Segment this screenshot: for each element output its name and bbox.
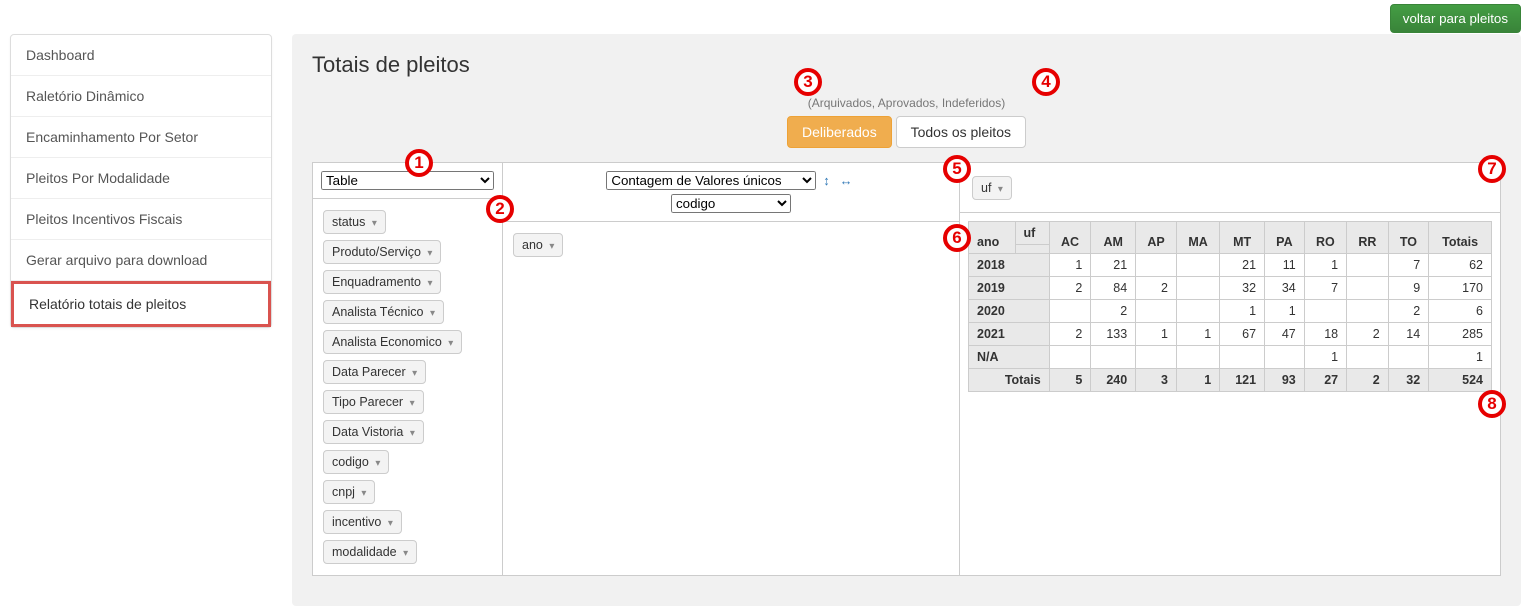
caret-down-icon: ▾ — [375, 458, 380, 469]
unused-attr-pill[interactable]: Data Vistoria ▾ — [323, 420, 424, 444]
expand-vertical-icon[interactable]: ↕ — [823, 173, 830, 188]
caret-down-icon: ▾ — [403, 548, 408, 559]
unused-attributes-zone[interactable]: 2 status ▾Produto/Serviço ▾Enquadramento… — [313, 199, 502, 575]
unused-attr-pill[interactable]: cnpj ▾ — [323, 480, 375, 504]
caret-down-icon: ▾ — [427, 248, 432, 259]
col-attributes-zone[interactable]: uf ▾ 7 — [960, 163, 1500, 213]
col-attr-pill[interactable]: uf ▾ — [972, 176, 1012, 200]
caret-down-icon: ▾ — [410, 398, 415, 409]
unused-attr-pill[interactable]: Data Parecer ▾ — [323, 360, 426, 384]
aggregator-attribute-select[interactable]: codigo — [671, 194, 791, 213]
sidebar-item-4[interactable]: Pleitos Incentivos Fiscais — [11, 199, 271, 240]
unused-attr-pill[interactable]: codigo ▾ — [323, 450, 389, 474]
main-panel: Totais de pleitos (Arquivados, Aprovados… — [292, 34, 1521, 606]
todos-pleitos-button[interactable]: Todos os pleitos — [896, 116, 1026, 148]
unused-attr-pill[interactable]: Enquadramento ▾ — [323, 270, 441, 294]
unused-attr-pill[interactable]: modalidade ▾ — [323, 540, 417, 564]
annotation-8: 8 — [1478, 390, 1506, 418]
sidebar-item-1[interactable]: Raletório Dinâmico — [11, 76, 271, 117]
caret-down-icon: ▾ — [998, 184, 1003, 195]
unused-attr-pill[interactable]: status ▾ — [323, 210, 386, 234]
caret-down-icon: ▾ — [388, 518, 393, 529]
annotation-7: 7 — [1478, 155, 1506, 183]
sidebar-item-3[interactable]: Pleitos Por Modalidade — [11, 158, 271, 199]
caret-down-icon: ▾ — [412, 368, 417, 379]
row-attributes-zone[interactable]: ano ▾ 6 — [503, 222, 959, 575]
caret-down-icon: ▾ — [427, 278, 432, 289]
unused-attr-pill[interactable]: Analista Economico ▾ — [323, 330, 462, 354]
pivot-ui: Table 1 2 status ▾Produto/Serviço ▾Enqua… — [312, 162, 1501, 576]
deliberados-button[interactable]: Deliberados — [787, 116, 892, 148]
status-hint: (Arquivados, Aprovados, Indeferidos) — [312, 96, 1501, 110]
sidebar-item-5[interactable]: Gerar arquivo para download — [11, 240, 271, 281]
sidebar-item-6[interactable]: Relatório totais de pleitos — [11, 281, 271, 327]
caret-down-icon: ▾ — [549, 241, 554, 252]
unused-attr-pill[interactable]: Produto/Serviço ▾ — [323, 240, 441, 264]
renderer-select[interactable]: Table — [321, 171, 494, 190]
expand-horizontal-icon[interactable]: ↔ — [840, 173, 853, 188]
back-to-pleitos-button[interactable]: voltar para pleitos — [1390, 4, 1521, 33]
sidebar: DashboardRaletório DinâmicoEncaminhament… — [10, 34, 272, 328]
unused-attr-pill[interactable]: Tipo Parecer ▾ — [323, 390, 424, 414]
caret-down-icon: ▾ — [410, 428, 415, 439]
caret-down-icon: ▾ — [372, 218, 377, 229]
sidebar-item-0[interactable]: Dashboard — [11, 35, 271, 76]
aggregator-select[interactable]: Contagem de Valores únicos — [606, 171, 816, 190]
page-title: Totais de pleitos — [312, 52, 1501, 78]
caret-down-icon: ▾ — [448, 338, 453, 349]
unused-attr-pill[interactable]: Analista Técnico ▾ — [323, 300, 444, 324]
pivot-result-table: anoufACAMAPMAMTPARORRTOTotais20181212111… — [968, 221, 1492, 392]
unused-attr-pill[interactable]: incentivo ▾ — [323, 510, 402, 534]
caret-down-icon: ▾ — [430, 308, 435, 319]
caret-down-icon: ▾ — [361, 488, 366, 499]
sidebar-item-2[interactable]: Encaminhamento Por Setor — [11, 117, 271, 158]
row-attr-pill[interactable]: ano ▾ — [513, 233, 563, 257]
